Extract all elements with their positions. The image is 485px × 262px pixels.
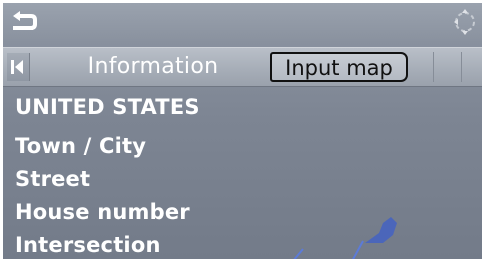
tab-bar: Information Input map: [3, 47, 482, 87]
menu-item-street[interactable]: Street: [15, 167, 90, 191]
tab-divider: [433, 52, 434, 82]
menu-item-town-city[interactable]: Town / City: [15, 134, 146, 158]
tab-input-map[interactable]: Input map: [270, 52, 408, 82]
menu-item-intersection[interactable]: Intersection: [15, 233, 161, 257]
tab-information[interactable]: Information: [49, 48, 257, 86]
back-arrow-icon[interactable]: [9, 10, 41, 34]
menu-item-house-number[interactable]: House number: [15, 200, 190, 224]
tab-left-arrow-icon[interactable]: [7, 53, 30, 81]
controller-icon: [452, 7, 478, 37]
top-bar: [3, 3, 482, 41]
tab-divider: [461, 52, 462, 82]
map-background-decoration: [293, 217, 397, 259]
menu-item-country[interactable]: UNITED STATES: [15, 95, 200, 119]
navigation-screen: Information Input map UNITED STATES Town…: [3, 3, 482, 259]
